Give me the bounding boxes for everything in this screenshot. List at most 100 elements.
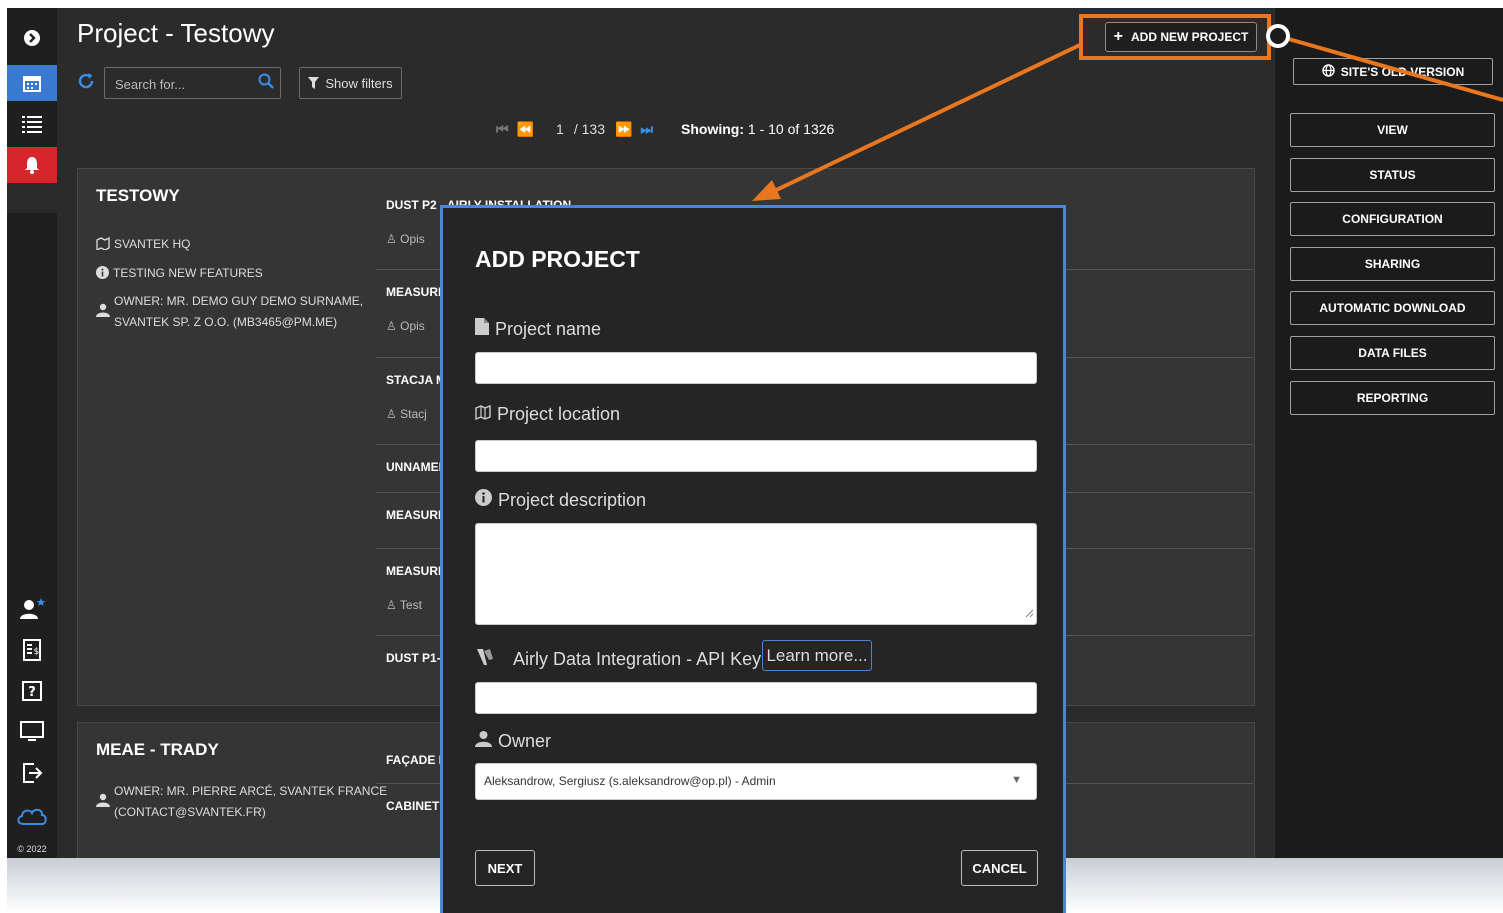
- airly-logo-icon: [475, 647, 495, 672]
- project-description-textarea[interactable]: [475, 523, 1037, 625]
- project-location-text: SVANTEK HQ: [114, 237, 191, 251]
- project-description-text: TESTING NEW FEATURES: [113, 266, 263, 280]
- measurement-name: MEASURE: [386, 285, 447, 299]
- measurement-sub: ♙ Opis: [386, 232, 425, 246]
- show-filters-button[interactable]: Show filters: [299, 67, 402, 99]
- info-icon: [96, 266, 109, 282]
- page-title: Project - Testowy: [77, 18, 275, 48]
- list-icon[interactable]: [7, 106, 57, 142]
- globe-icon: [1322, 63, 1335, 80]
- owner-line-2: SVANTEK SP. Z O.O. (MB3465@PM.ME): [114, 315, 338, 329]
- user-star-icon[interactable]: [7, 591, 57, 627]
- search-field[interactable]: [104, 67, 281, 99]
- filter-icon: [308, 77, 320, 89]
- person-icon: ♙: [386, 232, 397, 246]
- project-location: SVANTEK HQ: [96, 236, 191, 253]
- current-page[interactable]: 1: [556, 121, 564, 137]
- api-key-label: Airly Data Integration - API Key: [475, 647, 761, 672]
- resize-handle-icon[interactable]: [1024, 605, 1034, 623]
- owner-label: Owner: [475, 730, 551, 752]
- svg-text:?: ?: [28, 685, 36, 700]
- automatic-download-button[interactable]: AUTOMATIC DOWNLOAD: [1290, 291, 1495, 325]
- person-icon: ♙: [386, 407, 397, 421]
- calendar-icon[interactable]: [7, 65, 57, 101]
- search-icon[interactable]: [258, 73, 274, 94]
- api-key-input[interactable]: [475, 682, 1037, 714]
- measurement-sub-text: Opis: [400, 232, 425, 246]
- measurement-name: FAÇADE E: [386, 753, 447, 767]
- next-button[interactable]: NEXT: [475, 850, 535, 886]
- measurement-sub: ♙ Opis: [386, 319, 425, 333]
- status-button[interactable]: STATUS: [1290, 158, 1495, 192]
- measurement-name: MEASURE: [386, 508, 447, 522]
- user-icon: [96, 303, 110, 324]
- next-page-icon[interactable]: ⏩: [615, 121, 632, 138]
- measurement-sub-text: Opis: [400, 319, 425, 333]
- site-old-version-button[interactable]: SITE'S OLD VERSION: [1293, 58, 1493, 85]
- measurement-name: STACJA M: [386, 373, 446, 387]
- search-input[interactable]: [113, 73, 257, 95]
- learn-more-button[interactable]: Learn more...: [762, 640, 872, 671]
- copyright-text: © 2022: [17, 844, 47, 854]
- add-project-modal: ADD PROJECT Project name Project locatio…: [440, 205, 1066, 913]
- cancel-button[interactable]: CANCEL: [961, 850, 1038, 886]
- project-name-label-text: Project name: [495, 318, 602, 339]
- data-files-button[interactable]: DATA FILES: [1290, 336, 1495, 370]
- person-icon: ♙: [386, 598, 397, 612]
- project-owner: OWNER: MR. DEMO GUY DEMO SURNAME, SVANTEK…: [96, 291, 363, 333]
- bell-icon[interactable]: [7, 147, 57, 183]
- map-icon: [96, 236, 110, 253]
- invoice-icon[interactable]: $: [7, 632, 57, 668]
- map-icon: [475, 404, 491, 425]
- project-location-input[interactable]: [475, 440, 1037, 472]
- cloud-icon[interactable]: [7, 798, 57, 834]
- chevron-down-icon: ▼: [1011, 774, 1022, 786]
- monitor-icon[interactable]: [7, 714, 57, 750]
- right-panel: SITE'S OLD VERSION VIEW STATUS CONFIGURA…: [1275, 8, 1503, 858]
- refresh-icon[interactable]: [77, 72, 95, 96]
- help-icon[interactable]: ?: [7, 673, 57, 709]
- configuration-button[interactable]: CONFIGURATION: [1290, 202, 1495, 236]
- owner-select-value: Aleksandrow, Sergiusz (s.aleksandrow@op.…: [484, 774, 776, 788]
- site-old-version-label: SITE'S OLD VERSION: [1340, 64, 1465, 79]
- owner-select[interactable]: Aleksandrow, Sergiusz (s.aleksandrow@op.…: [475, 763, 1037, 800]
- last-page-icon[interactable]: ⏭: [640, 121, 653, 138]
- measurement-name: MEASURE: [386, 564, 447, 578]
- owner-line-1: OWNER: MR. DEMO GUY DEMO SURNAME,: [114, 294, 364, 308]
- measurement-sub: ♙ Stacj: [386, 407, 427, 421]
- project-description-label-text: Project description: [498, 489, 647, 510]
- project-name: MEAE - TRADY: [96, 740, 219, 759]
- sharing-button[interactable]: SHARING: [1290, 247, 1495, 281]
- svg-text:$: $: [34, 647, 40, 657]
- pagination: ⏮ ⏪ 1 / 133 ⏩ ⏭ Showing: 1 - 10 of 1326: [492, 118, 834, 140]
- measurement-name: UNNAMED: [386, 460, 448, 474]
- logout-icon[interactable]: [7, 755, 57, 791]
- user-icon: [475, 730, 492, 752]
- showing-count: Showing: 1 - 10 of 1326: [681, 121, 834, 137]
- expand-nav-icon[interactable]: [7, 20, 57, 56]
- first-page-icon[interactable]: ⏮: [496, 121, 509, 138]
- reporting-button[interactable]: REPORTING: [1290, 381, 1495, 415]
- project-owner-text: OWNER: MR. PIERRE ARCÉ, SVANTEK FRANCE (C…: [114, 781, 387, 823]
- owner-line-1: OWNER: MR. PIERRE ARCÉ, SVANTEK FRANCE: [114, 784, 388, 798]
- project-owner-text: OWNER: MR. DEMO GUY DEMO SURNAME, SVANTEK…: [114, 291, 363, 333]
- highlight-box: [1079, 14, 1271, 60]
- show-filters-label: Show filters: [325, 75, 393, 91]
- user-icon: [96, 793, 110, 814]
- project-location-label-text: Project location: [497, 404, 621, 424]
- view-button[interactable]: VIEW: [1290, 113, 1495, 147]
- nav-spacer: [7, 183, 57, 213]
- project-owner: OWNER: MR. PIERRE ARCÉ, SVANTEK FRANCE (C…: [96, 781, 387, 823]
- showing-label: Showing:: [681, 121, 745, 137]
- prev-page-icon[interactable]: ⏪: [517, 121, 534, 138]
- owner-label-text: Owner: [498, 730, 552, 751]
- person-icon: ♙: [386, 319, 397, 333]
- modal-title: ADD PROJECT: [475, 246, 640, 272]
- measurement-sub-text: Test: [399, 598, 422, 612]
- project-name-input[interactable]: [475, 352, 1037, 384]
- project-description: TESTING NEW FEATURES: [96, 266, 263, 282]
- measurement-sub: ♙ Test: [386, 598, 422, 612]
- info-icon: [475, 489, 492, 511]
- left-nav: $ ? © 2022: [7, 8, 57, 858]
- file-icon: [475, 318, 489, 340]
